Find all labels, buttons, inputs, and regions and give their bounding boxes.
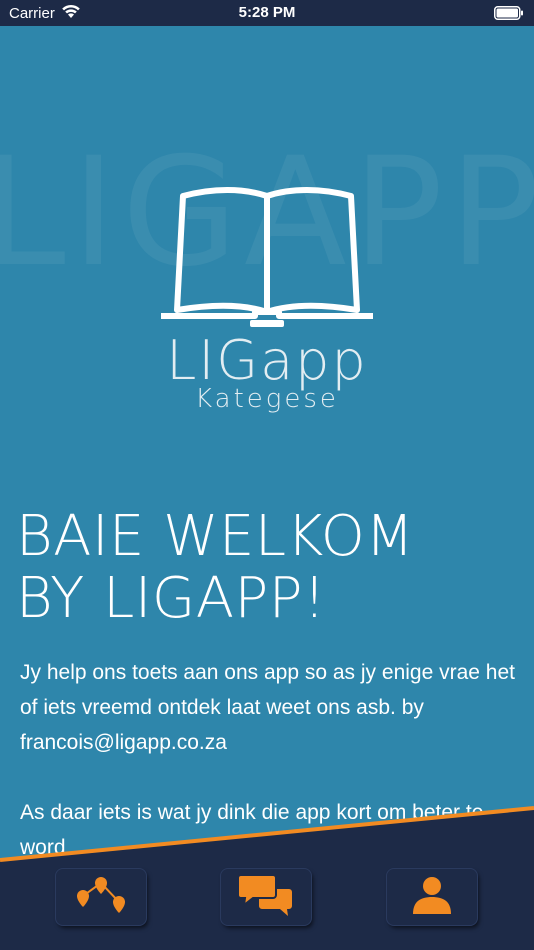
clock: 5:28 PM <box>238 4 296 21</box>
logo-subtitle: Kategese <box>195 384 339 414</box>
welcome-line-2: BY LIGAPP! <box>16 566 327 631</box>
status-bar: Carrier 5:28 PM <box>0 0 534 26</box>
map-pins-icon <box>74 874 128 920</box>
welcome-line-1: BAIE WELKOM <box>16 504 415 569</box>
user-icon <box>407 874 457 920</box>
tab-map-button[interactable] <box>56 869 146 925</box>
open-book-icon <box>155 184 379 338</box>
tab-profile-button[interactable] <box>387 869 477 925</box>
battery-icon <box>494 6 524 24</box>
logo-wordmark: LIGapp <box>166 329 368 392</box>
chat-bubbles-icon <box>237 873 295 921</box>
tab-chat-button[interactable] <box>221 869 311 925</box>
welcome-heading: BAIE WELKOM BY LIGAPP! <box>16 506 516 630</box>
body-paragraph-1: Jy help ons toets aan ons app so as jy e… <box>20 661 515 754</box>
